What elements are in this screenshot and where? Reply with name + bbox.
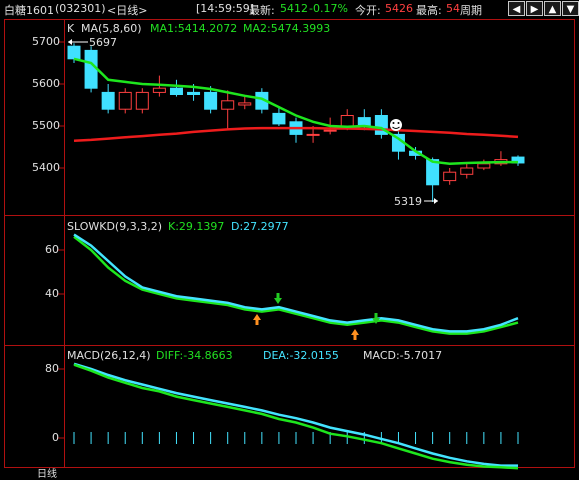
candle [118,91,132,110]
ma2-value: MA2:5474.3993 [243,22,331,35]
kd-d-value: D:27.2977 [231,220,289,233]
macd-header: MACD(26,12,4) [67,349,151,362]
high-marker: 5697 [89,36,117,49]
candle [477,163,491,169]
ma-header: MA(5,8,60) [81,22,142,35]
kd-k-value: K:29.1397 [168,220,225,233]
candle [169,87,183,95]
macd-histogram [73,432,519,444]
candle [357,117,371,127]
candle [460,167,474,175]
candle [238,102,252,106]
macd-diff-line [73,363,519,470]
y-tick-label: 5500 [32,119,60,132]
k-label: K [67,22,75,35]
high-marker-line [68,39,88,45]
kd-header: SLOWKD(9,3,3,2) [67,220,163,233]
sell-arrow-icon [274,293,282,304]
candle [152,87,166,93]
macd-dea-value: DEA:-32.0155 [263,349,339,362]
macd-value: MACD:-5.7017 [363,349,443,362]
kd-panel-frame [4,215,575,346]
candle [67,45,81,60]
candle [221,100,235,110]
ma1-line [73,57,518,166]
ma1-value: MA1:5414.2072 [150,22,238,35]
low-marker: 5319 [394,195,422,208]
y-tick-label: 40 [45,287,59,300]
y-tick-label: 5700 [32,35,60,48]
moving-average-lines [73,57,519,166]
buy-arrow-icon [351,329,359,340]
candle [306,133,320,136]
y-tick-label: 80 [45,362,59,375]
smiley-icon [390,119,402,131]
candle [187,91,201,96]
candle [84,49,98,89]
footer-period-label: 日线 [37,469,57,480]
y-tick-label: 5600 [32,77,60,90]
kd-k-line [73,233,519,333]
candle [340,115,354,127]
chart-canvas[interactable] [0,0,579,476]
candle [443,171,457,182]
y-tick-label: 5400 [32,161,60,174]
macd-dea-line [73,362,518,467]
candle [204,91,218,110]
candle [323,129,337,132]
candle [135,91,149,110]
y-tick-label: 0 [52,431,59,444]
candlestick-series[interactable] [67,43,525,203]
y-axis-ticks [58,41,64,439]
macd-lines [73,362,519,470]
low-marker-line [424,198,438,204]
buy-arrow-icon [253,314,261,325]
macd-panel-frame [4,345,575,468]
y-tick-label: 60 [45,243,59,256]
macd-diff-value: DIFF:-34.8663 [156,349,233,362]
candle [101,91,115,110]
slowkd-lines [73,233,519,335]
candle [272,112,286,125]
